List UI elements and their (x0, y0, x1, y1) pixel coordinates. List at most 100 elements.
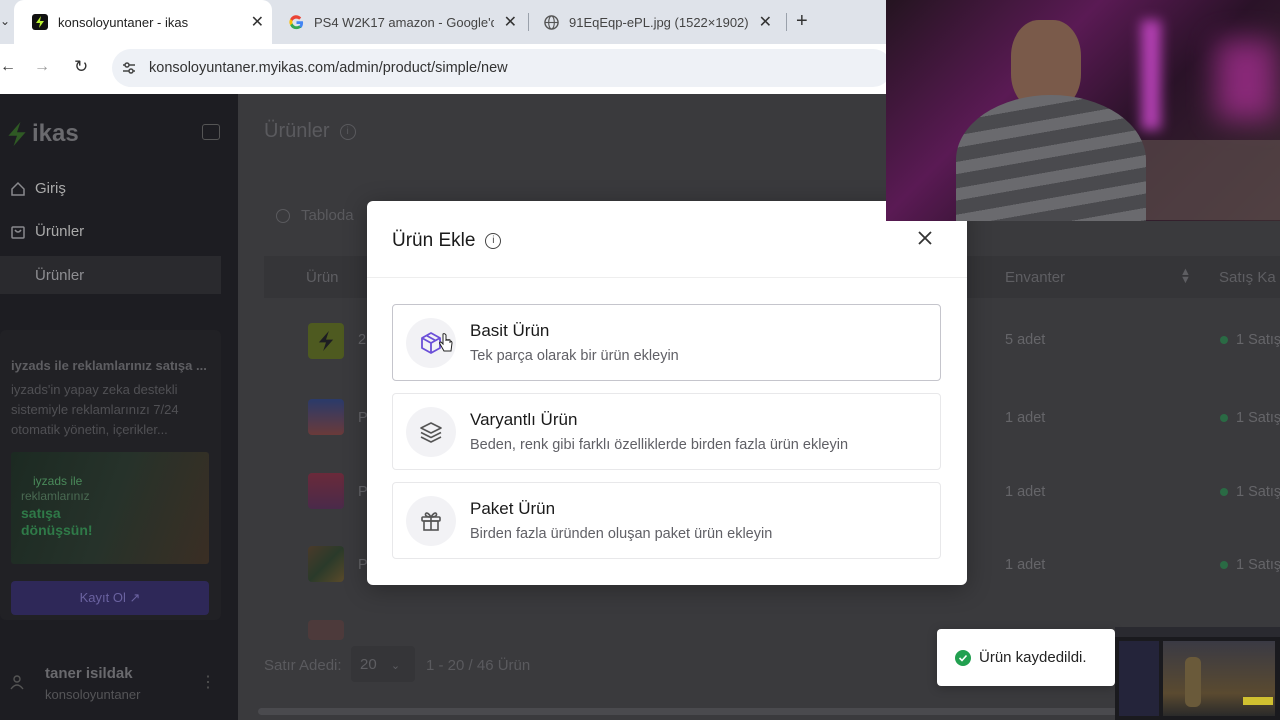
sidebar-item-label: Ürünler (35, 267, 85, 284)
sales-text: 1 Satış (1236, 557, 1280, 573)
promo-body: iyzads'in yapay zeka destekli sistemiyle… (11, 382, 179, 437)
pagination-range: 1 - 20 / 46 Ürün (426, 657, 531, 674)
sales-channel: 1 Satış (1220, 332, 1280, 348)
sidebar-item-home[interactable]: Giriş (10, 180, 66, 197)
browser-tab-bar: ⌄ konsoloyuntaner - ikas ✕ PS4 W2K17 ama… (0, 0, 886, 44)
back-arrow-icon[interactable]: ← (0, 58, 16, 76)
status-dot (1220, 414, 1228, 422)
check-circle-icon (955, 649, 971, 666)
horizontal-scrollbar[interactable] (258, 708, 1138, 715)
ikas-logo: ikas (6, 120, 79, 148)
browser-tab-active[interactable]: konsoloyuntaner - ikas ✕ (14, 0, 272, 44)
sort-icon[interactable]: ▲ ▼ (1180, 267, 1191, 286)
layers-icon (406, 407, 456, 457)
option-simple-product[interactable]: Basit Ürün Tek parça olarak bir ürün ekl… (392, 304, 941, 381)
webcam-light (1141, 20, 1161, 130)
toast-message: Ürün kaydedildi. (979, 649, 1087, 666)
bag-icon (10, 224, 26, 240)
address-bar[interactable]: konsoloyuntaner.myikas.com/admin/product… (112, 49, 892, 87)
gift-icon (406, 496, 456, 546)
inventory-value: 1 adet (1005, 484, 1046, 500)
browser-tab[interactable]: 91EqEqp-ePL.jpg (1522×1902) ✕ (528, 0, 784, 44)
modal-title: Ürün Ekle i (392, 230, 502, 252)
option-title: Varyantlı Ürün (470, 410, 578, 429)
tab-close-icon[interactable]: ✕ (759, 12, 772, 32)
add-product-modal: Ürün Ekle i Basit Ürün Tek parça olarak … (367, 201, 967, 585)
col-header-product[interactable]: Ürün (306, 269, 339, 286)
ikas-logo-icon (8, 122, 26, 146)
inventory-value: 1 adet (1005, 557, 1046, 573)
sales-text: 1 Satış (1236, 332, 1280, 348)
reload-icon[interactable]: ↻ (74, 57, 88, 77)
external-arrow-icon: ↗ (129, 590, 141, 605)
page-title-text: Ürünler (264, 120, 330, 142)
modal-header: Ürün Ekle i (367, 201, 967, 278)
rows-per-page-label: Satır Adedi: (264, 657, 342, 674)
button-label: Kayıt Ol (79, 590, 126, 605)
sales-channel: 1 Satış (1220, 410, 1280, 426)
site-settings-icon[interactable] (121, 60, 137, 80)
webcam-light (1216, 40, 1276, 120)
status-dot (1220, 488, 1228, 496)
promo-image-line1: iyzads ile (33, 474, 83, 488)
option-description: Tek parça olarak bir ürün ekleyin (470, 348, 679, 364)
sidebar-subitem-products[interactable]: Ürünler (0, 256, 221, 294)
game-character (1185, 657, 1201, 707)
sidebar-item-label: Giriş (35, 180, 66, 197)
modal-close-icon[interactable] (917, 230, 933, 251)
gameplay-overlay (1115, 627, 1280, 720)
browser-tab[interactable]: PS4 W2K17 amazon - Google'd ✕ (272, 0, 527, 44)
search-placeholder: Tabloda (301, 207, 354, 224)
product-thumbnail (308, 323, 344, 359)
modal-title-text: Ürün Ekle (392, 230, 476, 251)
option-description: Birden fazla üründen oluşan paket ürün e… (470, 526, 773, 542)
option-variant-product[interactable]: Varyantlı Ürün Beden, renk gibi farklı ö… (392, 393, 941, 470)
option-title: Basit Ürün (470, 321, 550, 340)
col-header-inventory[interactable]: Envanter (1005, 269, 1065, 286)
col-header-sales[interactable]: Satış Ka (1219, 269, 1276, 286)
browser-toolbar: ← → ↻ konsoloyuntaner.myikas.com/admin/p… (0, 44, 892, 94)
inventory-value: 1 adet (1005, 410, 1046, 426)
forward-arrow-icon[interactable]: → (34, 58, 50, 76)
product-thumbnail (308, 620, 344, 640)
option-description: Beden, renk gibi farklı özelliklerde bir… (470, 437, 849, 453)
person-body (956, 95, 1146, 221)
chevron-down-icon: ⌄ (390, 660, 401, 672)
ikas-favicon-icon (32, 14, 48, 30)
inventory-value: 5 adet (1005, 332, 1046, 348)
hand-cursor-icon (439, 333, 453, 358)
sidebar-collapse-icon[interactable] (202, 124, 220, 140)
table-search[interactable]: Tabloda (276, 207, 354, 224)
search-icon (276, 208, 290, 223)
product-name[interactable]: 2 (358, 332, 366, 348)
select-value: 20 (360, 656, 377, 673)
home-icon (10, 181, 26, 197)
user-menu-kebab-icon[interactable]: ⋮ (200, 672, 216, 692)
store-name: konsoloyuntaner (45, 687, 141, 702)
rows-per-page-select[interactable]: 20 ⌄ (351, 646, 415, 682)
globe-favicon-icon (543, 14, 559, 30)
success-toast: Ürün kaydedildi. (937, 629, 1115, 686)
sales-text: 1 Satış (1236, 484, 1280, 500)
promo-image: iyzads ile reklamlarınız satışa dönüşsün… (11, 452, 209, 564)
url-text: konsoloyuntaner.myikas.com/admin/product… (149, 60, 508, 76)
logo-text: ikas (32, 120, 79, 147)
tab-title: 91EqEqp-ePL.jpg (1522×1902) (569, 14, 749, 30)
tab-close-icon[interactable]: ✕ (251, 12, 264, 32)
game-panel (1119, 641, 1159, 716)
game-hud (1115, 627, 1280, 637)
promo-signup-button[interactable]: Kayıt Ol ↗ (11, 581, 209, 615)
google-favicon-icon (288, 14, 304, 30)
info-icon: i (485, 233, 502, 249)
sidebar-item-products[interactable]: Ürünler (10, 223, 84, 240)
tab-close-icon[interactable]: ✕ (504, 12, 517, 32)
option-bundle-product[interactable]: Paket Ürün Birden fazla üründen oluşan p… (392, 482, 941, 559)
info-icon: i (339, 123, 356, 140)
webcam-overlay (886, 0, 1280, 221)
status-dot (1220, 561, 1228, 569)
status-dot (1220, 336, 1228, 344)
new-tab-plus-icon[interactable]: + (796, 10, 808, 33)
tab-list-chevron-icon[interactable]: ⌄ (0, 14, 10, 28)
tab-title: konsoloyuntaner - ikas (58, 14, 189, 30)
promo-image-line4: dönüşsün! (21, 522, 93, 538)
